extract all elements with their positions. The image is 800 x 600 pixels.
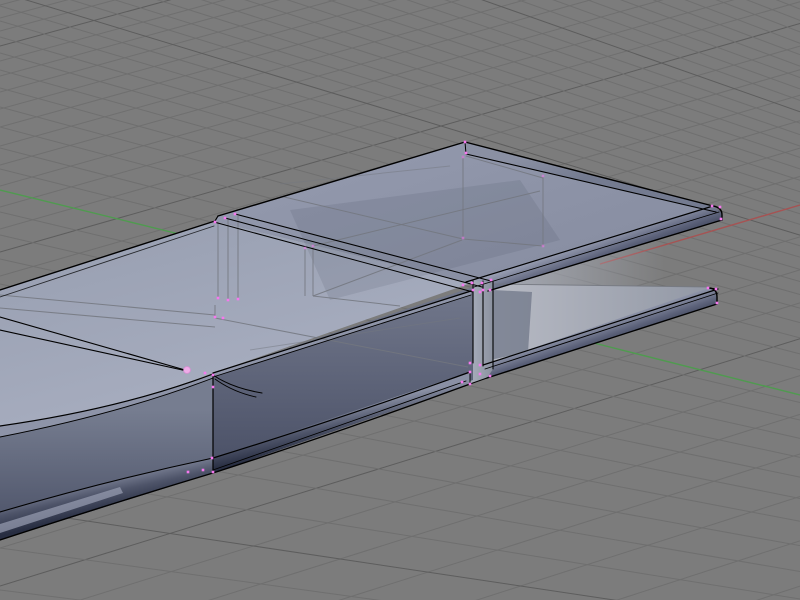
mesh-vertex[interactable] [470,281,474,285]
mesh-vertex[interactable] [471,288,475,292]
mesh-vertex[interactable] [463,140,467,144]
mesh-vertex-occluded[interactable] [461,155,465,159]
mesh-vertex[interactable] [468,382,472,386]
mesh-vertex-occluded[interactable] [541,244,545,248]
mesh-vertex[interactable] [706,286,710,290]
mesh-vertex[interactable] [468,361,472,365]
mesh-vertex[interactable] [719,217,723,221]
mesh-vertex[interactable] [226,298,230,302]
mesh-vertex[interactable] [233,212,237,216]
mesh-vertex[interactable] [213,220,217,224]
mesh-vertex[interactable] [201,468,205,472]
mesh-vertex[interactable] [478,290,482,294]
mesh-vertex-occluded[interactable] [303,246,307,250]
blender-3d-view-canvas[interactable] [0,0,800,600]
mesh-vertex-occluded[interactable] [461,236,465,240]
mesh-vertex[interactable] [715,301,719,305]
mesh-vertex[interactable] [714,287,718,291]
mesh-vertex[interactable] [488,288,492,292]
mesh-vertex[interactable] [461,283,465,287]
mesh-vertex[interactable] [213,315,217,319]
mesh-vertex[interactable] [718,205,722,209]
mesh-vertex[interactable] [468,370,472,374]
mesh-vertex[interactable] [478,363,482,367]
mesh-vertex[interactable] [488,374,492,378]
mesh-vertex[interactable] [211,385,215,389]
mesh-vertex[interactable] [186,470,190,474]
gap-shade [490,290,532,360]
mesh-vertex[interactable] [460,380,464,384]
mesh-vertex-occluded[interactable] [541,174,545,178]
viewport-3d[interactable] [0,0,800,600]
mesh-vertex[interactable] [480,281,484,285]
mesh-vertex[interactable] [710,204,714,208]
mesh-vertex[interactable] [481,288,485,292]
mesh-vertex[interactable] [203,371,207,375]
mesh-vertex[interactable] [216,296,220,300]
mesh-vertex[interactable] [489,278,493,282]
mesh-vertex[interactable] [236,297,240,301]
mesh-vertex[interactable] [210,456,214,460]
mesh-vertex[interactable] [211,373,215,377]
mesh-vertex[interactable] [221,316,225,320]
mesh-vertex[interactable] [464,151,468,155]
active-vertex[interactable] [183,366,191,374]
mesh-vertex[interactable] [223,216,227,220]
mesh-vertex-occluded[interactable] [311,244,315,248]
mesh-vertex[interactable] [478,372,482,376]
mesh-vertex[interactable] [211,470,215,474]
